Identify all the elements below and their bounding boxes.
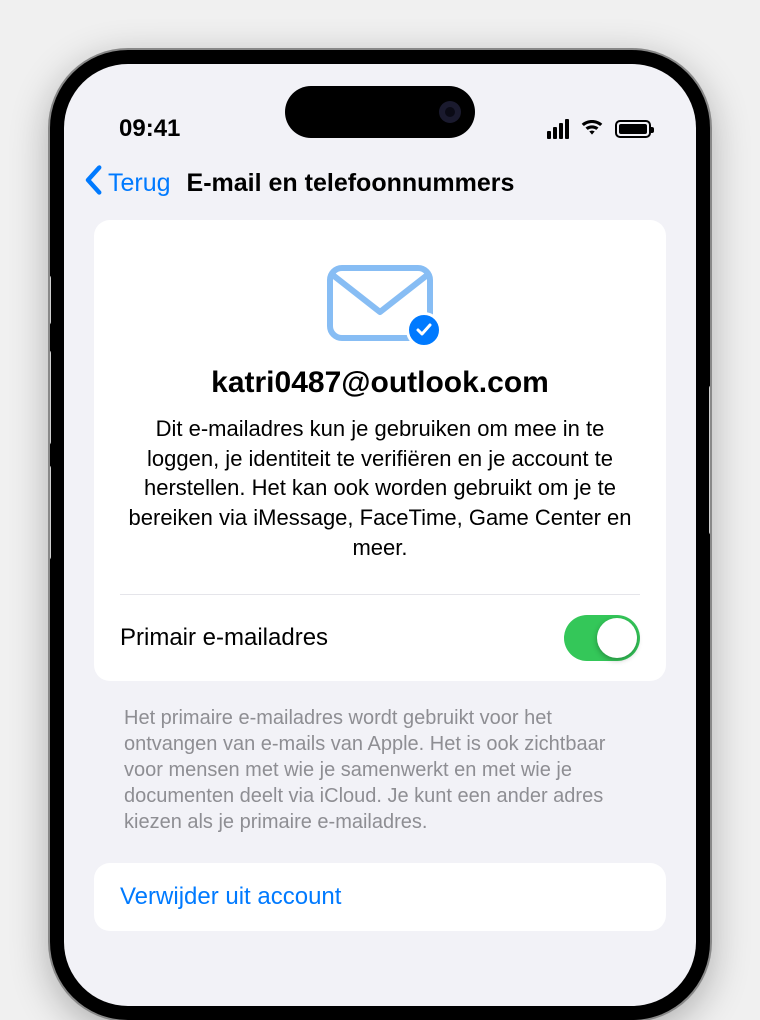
back-label: Terug [108,169,171,198]
mail-verified-icon [326,264,434,342]
front-camera [439,101,461,123]
email-description: Dit e-mailadres kun je gebruiken om mee … [124,414,636,562]
dynamic-island [285,86,475,138]
cellular-signal-icon [547,119,569,139]
navigation-bar: Terug E-mail en telefoonnummers [64,159,696,220]
primary-email-footer: Het primaire e-mailadres wordt gebruikt … [94,695,666,863]
actions-card: Verwijder uit account [94,863,666,931]
battery-icon [615,120,651,138]
primary-email-label: Primair e-mailadres [120,624,328,652]
page-title: E-mail en telefoonnummers [187,169,515,198]
wifi-icon [579,115,605,143]
checkmark-badge-icon [406,312,442,348]
primary-email-row: Primair e-mailadres [94,595,666,681]
status-time: 09:41 [119,115,180,143]
email-info-card: katri0487@outlook.com Dit e-mailadres ku… [94,220,666,681]
back-button[interactable]: Terug [82,165,171,202]
primary-email-toggle[interactable] [564,615,640,661]
email-address: katri0487@outlook.com [124,366,636,400]
remove-from-account-button[interactable]: Verwijder uit account [120,883,640,911]
chevron-left-icon [82,165,104,202]
